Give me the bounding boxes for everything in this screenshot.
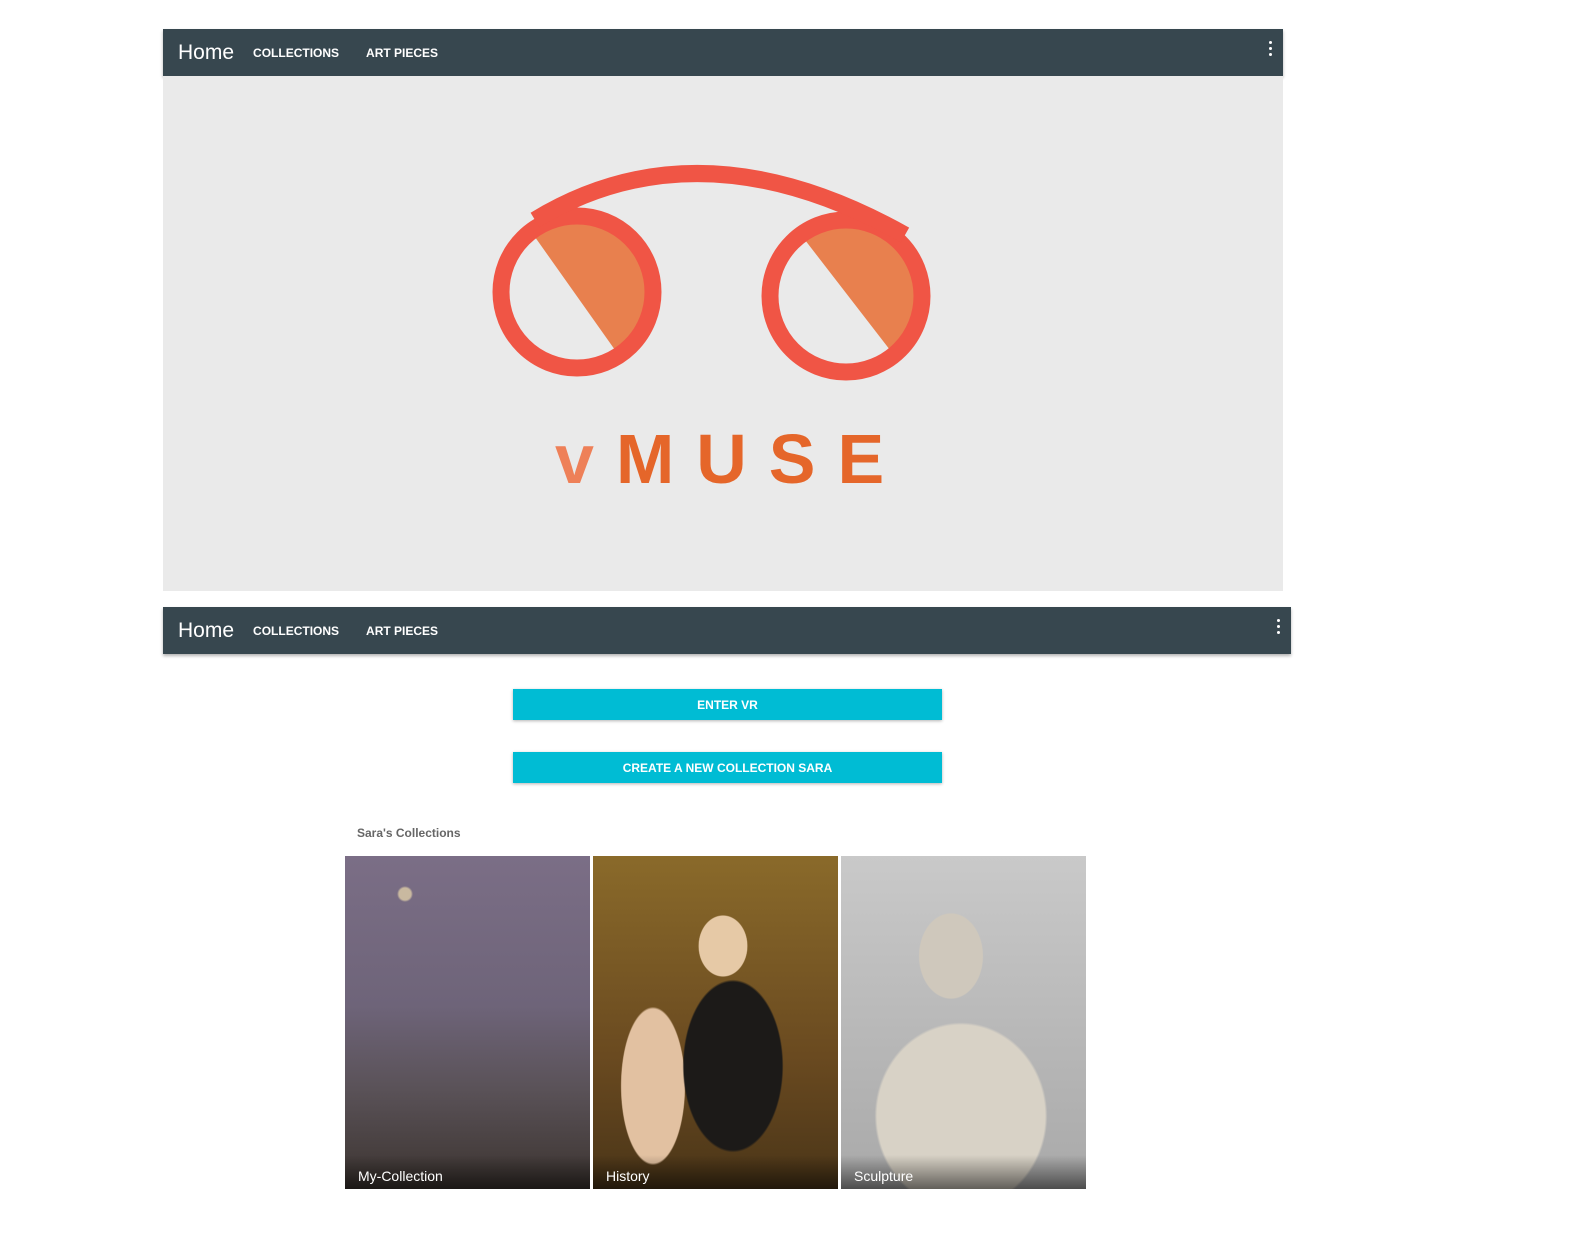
nav-home-link[interactable]: Home [178, 619, 234, 643]
enter-vr-button[interactable]: ENTER VR [513, 689, 942, 720]
more-vert-icon[interactable] [1277, 619, 1281, 634]
hero-banner: vMUSE [163, 76, 1283, 591]
nav-collections-link[interactable]: COLLECTIONS [253, 46, 339, 60]
nav-art-pieces-link[interactable]: ART PIECES [366, 624, 438, 638]
collection-tile-my-collection[interactable]: My-Collection [345, 856, 590, 1189]
nav-art-pieces-link[interactable]: ART PIECES [366, 46, 438, 60]
vmuse-logo [492, 165, 931, 381]
collection-tile-sculpture[interactable]: Sculpture [841, 856, 1086, 1189]
more-vert-icon[interactable] [1269, 41, 1273, 56]
logo-text: vMUSE [555, 420, 907, 498]
nav-collections-link[interactable]: COLLECTIONS [253, 624, 339, 638]
main-nav-bar: Home COLLECTIONS ART PIECES [163, 607, 1291, 654]
nav-home-link[interactable]: Home [178, 41, 234, 65]
tile-label: Sculpture [854, 1168, 914, 1184]
collections-heading: Sara's Collections [357, 826, 461, 840]
collection-tile-history[interactable]: History [593, 856, 838, 1189]
top-nav-bar: Home COLLECTIONS ART PIECES [163, 29, 1283, 76]
tile-label: My-Collection [358, 1168, 443, 1184]
tile-label: History [606, 1168, 650, 1184]
create-collection-button[interactable]: CREATE A NEW COLLECTION SARA [513, 752, 942, 783]
